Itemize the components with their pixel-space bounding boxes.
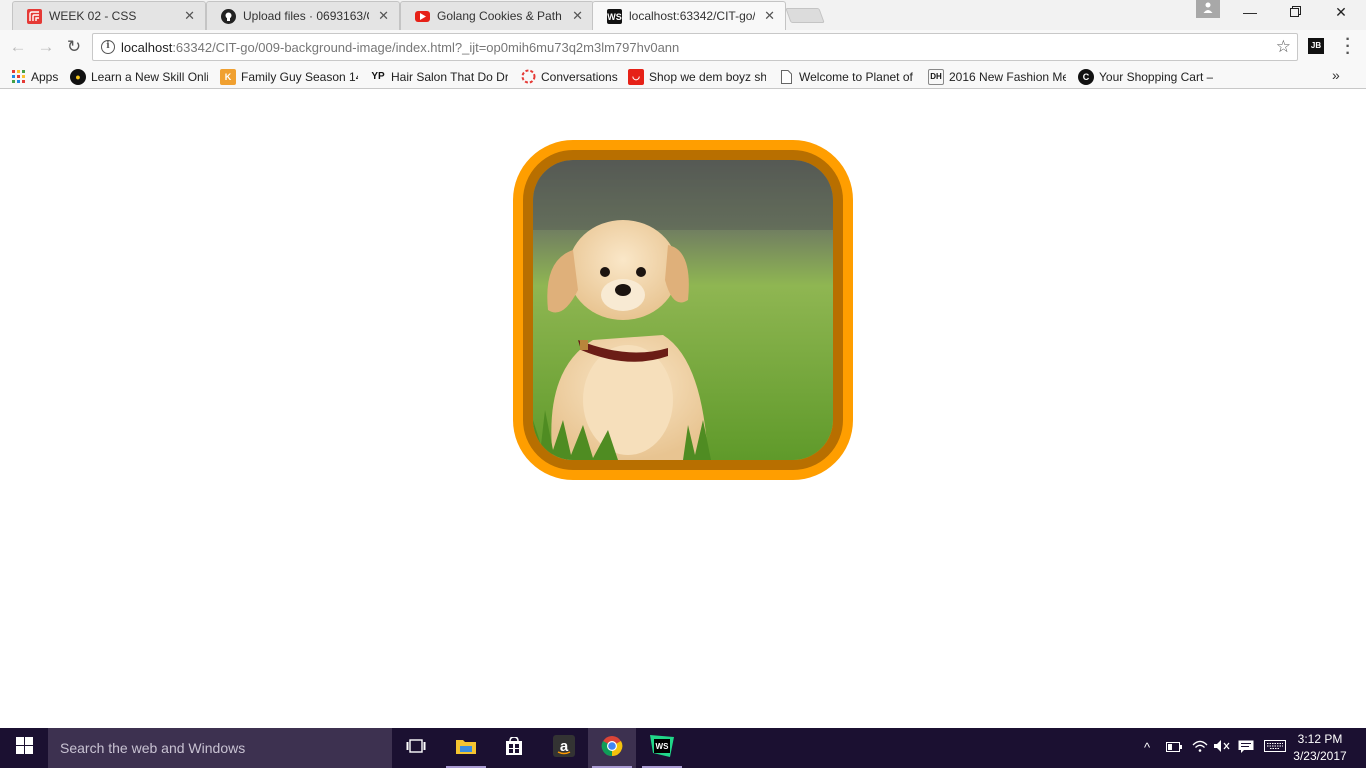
reload-icon: ↻ xyxy=(66,37,82,56)
browser-toolbar: ← → ↻ i localhost:63342/CIT-go/009-backg… xyxy=(0,30,1366,64)
minimize-button[interactable]: — xyxy=(1235,4,1265,20)
k-icon: K xyxy=(220,68,236,85)
person-icon xyxy=(1202,0,1214,18)
puppy-photo xyxy=(533,160,833,460)
week02-icon xyxy=(27,9,42,24)
cart-icon: C xyxy=(1078,68,1094,85)
shop-icon: ◡ xyxy=(628,68,644,85)
info-icon[interactable]: i xyxy=(101,40,115,54)
bookmark-hair-salon[interactable]: YP Hair Salon That Do Dr xyxy=(370,68,508,85)
page-icon xyxy=(778,69,794,85)
bookmark-apps[interactable]: Apps xyxy=(10,68,64,85)
battery-icon[interactable] xyxy=(1166,740,1182,755)
store-button[interactable] xyxy=(490,728,538,768)
learn-icon: ● xyxy=(70,68,86,85)
apps-grid-icon xyxy=(10,69,26,85)
chrome-menu-button[interactable]: · · · xyxy=(1342,32,1354,62)
search-placeholder: Search the web and Windows xyxy=(60,740,246,756)
windows-taskbar: Search the web and Windows a WS ^ 3:12 P… xyxy=(0,728,1366,768)
jetbrains-extension-button[interactable]: JB xyxy=(1308,38,1324,54)
bookmark-shop[interactable]: ◡ Shop we dem boyz sh xyxy=(628,68,766,85)
back-button[interactable]: ← xyxy=(8,37,28,57)
bookmark-star-icon[interactable]: ☆ xyxy=(1276,37,1291,57)
page-content xyxy=(0,90,1366,728)
windows-logo-icon xyxy=(15,737,33,759)
amazon-icon: a xyxy=(553,734,575,762)
close-tab-icon[interactable]: ✕ xyxy=(378,8,389,24)
show-hidden-icons-button[interactable]: ^ xyxy=(1144,740,1150,755)
chrome-button[interactable] xyxy=(588,728,636,768)
dh-icon: DH xyxy=(928,68,944,85)
amazon-button[interactable]: a xyxy=(540,728,588,768)
bookmark-family-guy[interactable]: K Family Guy Season 14 xyxy=(220,68,358,85)
wifi-icon[interactable] xyxy=(1192,740,1208,755)
clock-date: 3/23/2017 xyxy=(1293,749,1347,763)
close-tab-icon[interactable]: ✕ xyxy=(184,8,195,24)
youtube-icon xyxy=(415,11,430,22)
system-clock[interactable]: 3:12 PM 3/23/2017 xyxy=(1290,731,1350,765)
taskbar-search-box[interactable]: Search the web and Windows xyxy=(48,728,392,768)
webstorm-button[interactable]: WS xyxy=(638,728,686,768)
webstorm-taskbar-icon: WS xyxy=(650,734,674,762)
url-text[interactable]: localhost:63342/CIT-go/009-background-im… xyxy=(121,40,679,55)
action-center-icon[interactable] xyxy=(1238,740,1254,757)
tab-title: localhost:63342/CIT-go/0 xyxy=(629,9,755,23)
new-tab-button[interactable] xyxy=(785,8,825,23)
folder-icon xyxy=(456,738,476,759)
close-tab-icon[interactable]: ✕ xyxy=(572,8,583,24)
tab-golang-cookies[interactable]: Golang Cookies & Path - ✕ xyxy=(400,1,594,30)
tab-title: WEEK 02 - CSS xyxy=(49,9,137,23)
forward-arrow-icon: → xyxy=(37,37,55,56)
chevron-double-right-icon: » xyxy=(1332,67,1340,83)
forward-button[interactable]: → xyxy=(36,37,56,57)
restore-button[interactable] xyxy=(1280,4,1310,20)
bookmarks-bar: Apps ● Learn a New Skill Onli K Family G… xyxy=(0,64,1366,89)
tab-localhost[interactable]: WS localhost:63342/CIT-go/0 ✕ xyxy=(592,1,786,31)
more-bookmarks-button[interactable]: » xyxy=(1332,67,1340,83)
chrome-icon xyxy=(601,735,623,762)
file-explorer-button[interactable] xyxy=(442,728,490,768)
minimize-icon: — xyxy=(1243,4,1257,20)
bookmark-planet[interactable]: Welcome to Planet of xyxy=(778,68,916,85)
close-window-button[interactable]: ✕ xyxy=(1326,4,1356,21)
task-view-icon xyxy=(406,738,426,758)
image-frame-inner xyxy=(523,150,843,470)
bookmark-learn-skill[interactable]: ● Learn a New Skill Onli xyxy=(70,68,208,85)
chevron-up-icon: ^ xyxy=(1144,740,1151,755)
profile-button[interactable] xyxy=(1196,0,1220,18)
tab-title: Upload files · 0693163/C xyxy=(243,9,369,23)
task-view-button[interactable] xyxy=(392,728,440,768)
bookmark-shopping-cart[interactable]: C Your Shopping Cart – xyxy=(1078,68,1216,85)
svg-text:WS: WS xyxy=(656,742,670,751)
back-arrow-icon: ← xyxy=(9,37,27,56)
bookmark-fashion[interactable]: DH 2016 New Fashion Me xyxy=(928,68,1066,85)
start-button[interactable] xyxy=(0,728,48,768)
close-tab-icon[interactable]: ✕ xyxy=(764,8,775,24)
webstorm-icon: WS xyxy=(607,9,622,24)
close-icon: ✕ xyxy=(1335,4,1347,20)
tab-week02[interactable]: WEEK 02 - CSS ✕ xyxy=(12,1,206,30)
tab-github-upload[interactable]: Upload files · 0693163/C ✕ xyxy=(206,1,400,30)
volume-muted-icon[interactable] xyxy=(1214,740,1230,755)
bookmark-conversations[interactable]: Conversations xyxy=(520,68,620,85)
reload-button[interactable]: ↻ xyxy=(64,37,84,57)
restore-icon xyxy=(1289,4,1301,20)
store-icon xyxy=(505,735,523,760)
tab-strip: WEEK 02 - CSS ✕ Upload files · 0693163/C… xyxy=(0,0,1366,31)
github-icon xyxy=(221,9,236,24)
yp-icon: YP xyxy=(371,71,385,82)
image-frame xyxy=(513,140,853,480)
more-vertical-icon: · · · xyxy=(1345,31,1351,62)
tab-title: Golang Cookies & Path - xyxy=(437,9,563,23)
keyboard-icon[interactable] xyxy=(1264,740,1286,755)
clock-time: 3:12 PM xyxy=(1297,732,1343,746)
conversations-icon xyxy=(520,69,536,85)
address-bar[interactable]: i localhost:63342/CIT-go/009-background-… xyxy=(92,33,1298,61)
